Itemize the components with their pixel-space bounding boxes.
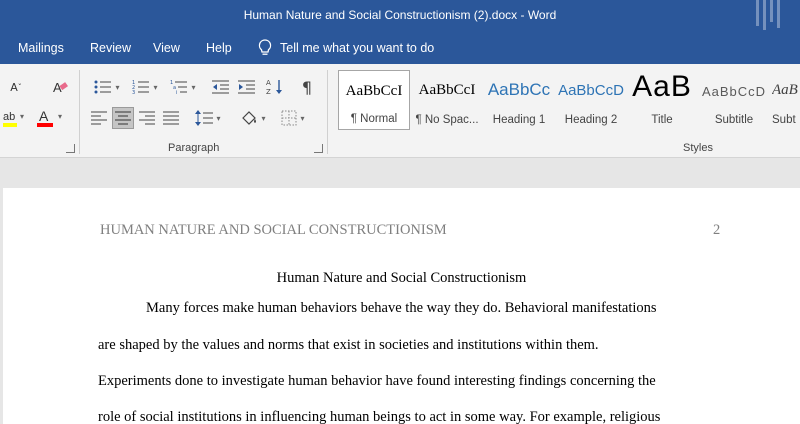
style-sample: AaBbCcI <box>418 82 476 98</box>
style-sample: AaB <box>632 70 692 103</box>
body-line: Many forces make human behaviors behave … <box>146 300 657 316</box>
clear-formatting-button[interactable]: A <box>50 76 72 98</box>
svg-text:ab: ab <box>3 111 15 123</box>
line-spacing-button[interactable]: ▾ <box>192 107 224 129</box>
document-title: Human Nature and Social Constructionism <box>276 270 527 286</box>
style-name: Title <box>651 114 673 126</box>
style-heading-1[interactable]: AaBbCc Heading 1 <box>484 70 554 130</box>
show-formatting-button[interactable]: ¶ <box>296 76 318 98</box>
svg-text:▾: ▾ <box>58 112 62 121</box>
style-sample: AaBbCcD <box>701 84 767 99</box>
style-name: ¶ No Spac... <box>415 114 479 126</box>
paragraph-group-label: Paragraph <box>168 142 220 154</box>
document-page[interactable]: HUMAN NATURE AND SOCIAL CONSTRUCTIONISM … <box>3 188 800 424</box>
multilevel-list-icon: 1ai <box>170 80 188 95</box>
style-subtle-emphasis[interactable]: AaB Subt <box>772 70 800 130</box>
style-title[interactable]: AaB Title <box>628 70 696 130</box>
style-name: Heading 1 <box>492 114 546 126</box>
page-number: 2 <box>713 222 721 238</box>
decrease-indent-button[interactable] <box>210 76 232 98</box>
font-color-icon: A ▾ <box>37 108 62 127</box>
multilevel-list-button[interactable]: 1ai ▾ <box>166 76 200 98</box>
style-name: ¶ Normal <box>350 113 398 125</box>
borders-button[interactable]: ▾ <box>276 107 310 129</box>
increase-indent-icon <box>238 80 255 94</box>
align-center-icon <box>115 111 131 125</box>
window-title: Human Nature and Social Constructionism … <box>243 8 557 22</box>
ribbon: Aˇ A ab ▾ A ▾ ▾ 123 ▾ 1 a i ▾ A Z ¶ ▾ ▾ … <box>0 64 800 158</box>
sort-az-icon: AZ <box>266 79 282 96</box>
numbering-button[interactable]: 123 ▾ <box>128 76 162 98</box>
styles-gallery: AaBbCcI ¶ Normal AaBbCcI ¶ No Spac... Aa… <box>336 70 800 132</box>
lightbulb-icon <box>258 39 272 55</box>
style-name: Heading 2 <box>564 114 618 126</box>
style-name: Subtitle <box>714 114 754 126</box>
svg-text:A: A <box>266 79 271 87</box>
title-bar: Human Nature and Social Constructionism … <box>0 0 800 32</box>
page-header: HUMAN NATURE AND SOCIAL CONSTRUCTIONISM <box>100 222 447 238</box>
bullet-list-icon <box>94 80 112 94</box>
highlight-color-button[interactable]: ab ▾ <box>0 107 30 129</box>
style-sample: AaBbCc <box>487 80 551 99</box>
svg-text:Z: Z <box>266 88 271 96</box>
body-line: role of social institutions in influenci… <box>98 409 661 424</box>
bullets-button[interactable]: ▾ <box>90 76 124 98</box>
svg-text:3: 3 <box>132 90 135 95</box>
group-separator <box>327 70 328 154</box>
justify-icon <box>163 111 179 125</box>
titlebar-decoration <box>756 0 786 30</box>
align-left-icon <box>91 111 107 125</box>
body-line: are shaped by the values and norms that … <box>98 337 599 353</box>
align-right-icon <box>139 111 155 125</box>
tab-review[interactable]: Review <box>90 41 131 55</box>
decrease-font-icon[interactable]: Aˇ <box>6 76 26 98</box>
svg-text:A: A <box>39 108 49 124</box>
style-sample: AaBbCcI <box>345 83 403 99</box>
document-workspace: HUMAN NATURE AND SOCIAL CONSTRUCTIONISM … <box>0 158 800 424</box>
style-sample: AaB <box>772 82 798 98</box>
align-left-button[interactable] <box>88 107 110 129</box>
style-name: Subt <box>772 114 796 126</box>
style-normal[interactable]: AaBbCcI ¶ Normal <box>338 70 410 130</box>
styles-group-label: Styles <box>683 142 713 154</box>
style-heading-2[interactable]: AaBbCcD Heading 2 <box>556 70 626 130</box>
justify-button[interactable] <box>160 107 182 129</box>
tab-mailings[interactable]: Mailings <box>18 41 64 55</box>
increase-indent-button[interactable] <box>236 76 258 98</box>
line-spacing-icon <box>195 110 214 126</box>
tab-help[interactable]: Help <box>206 41 232 55</box>
font-color-button[interactable]: A ▾ <box>36 107 66 129</box>
decrease-indent-icon <box>212 80 229 94</box>
style-sample: AaBbCcD <box>558 82 624 99</box>
body-line: Experiments done to investigate human be… <box>98 373 656 389</box>
sort-button[interactable]: AZ <box>264 76 286 98</box>
group-separator <box>79 70 80 154</box>
tab-view[interactable]: View <box>153 41 180 55</box>
paragraph-dialog-launcher[interactable] <box>314 144 323 153</box>
tell-me-search[interactable]: Tell me what you want to do <box>258 39 434 56</box>
style-subtitle[interactable]: AaBbCcD Subtitle <box>698 70 770 130</box>
align-right-button[interactable] <box>136 107 158 129</box>
shading-button[interactable]: ▾ <box>236 107 270 129</box>
font-dialog-launcher[interactable] <box>66 144 75 153</box>
numbered-list-icon: 123 <box>132 80 150 95</box>
tell-me-label: Tell me what you want to do <box>280 40 435 55</box>
svg-text:i: i <box>176 90 177 95</box>
ribbon-tabs: Mailings Review View Help Tell me what y… <box>0 32 800 64</box>
svg-text:▾: ▾ <box>20 112 24 121</box>
style-no-spacing[interactable]: AaBbCcI ¶ No Spac... <box>412 70 482 130</box>
eraser-icon: A <box>53 80 68 95</box>
borders-icon <box>281 110 297 126</box>
center-button[interactable] <box>112 107 134 129</box>
highlighter-icon: ab ▾ <box>3 111 24 127</box>
pilcrow-icon: ¶ <box>301 77 313 97</box>
paint-bucket-icon <box>242 111 257 125</box>
